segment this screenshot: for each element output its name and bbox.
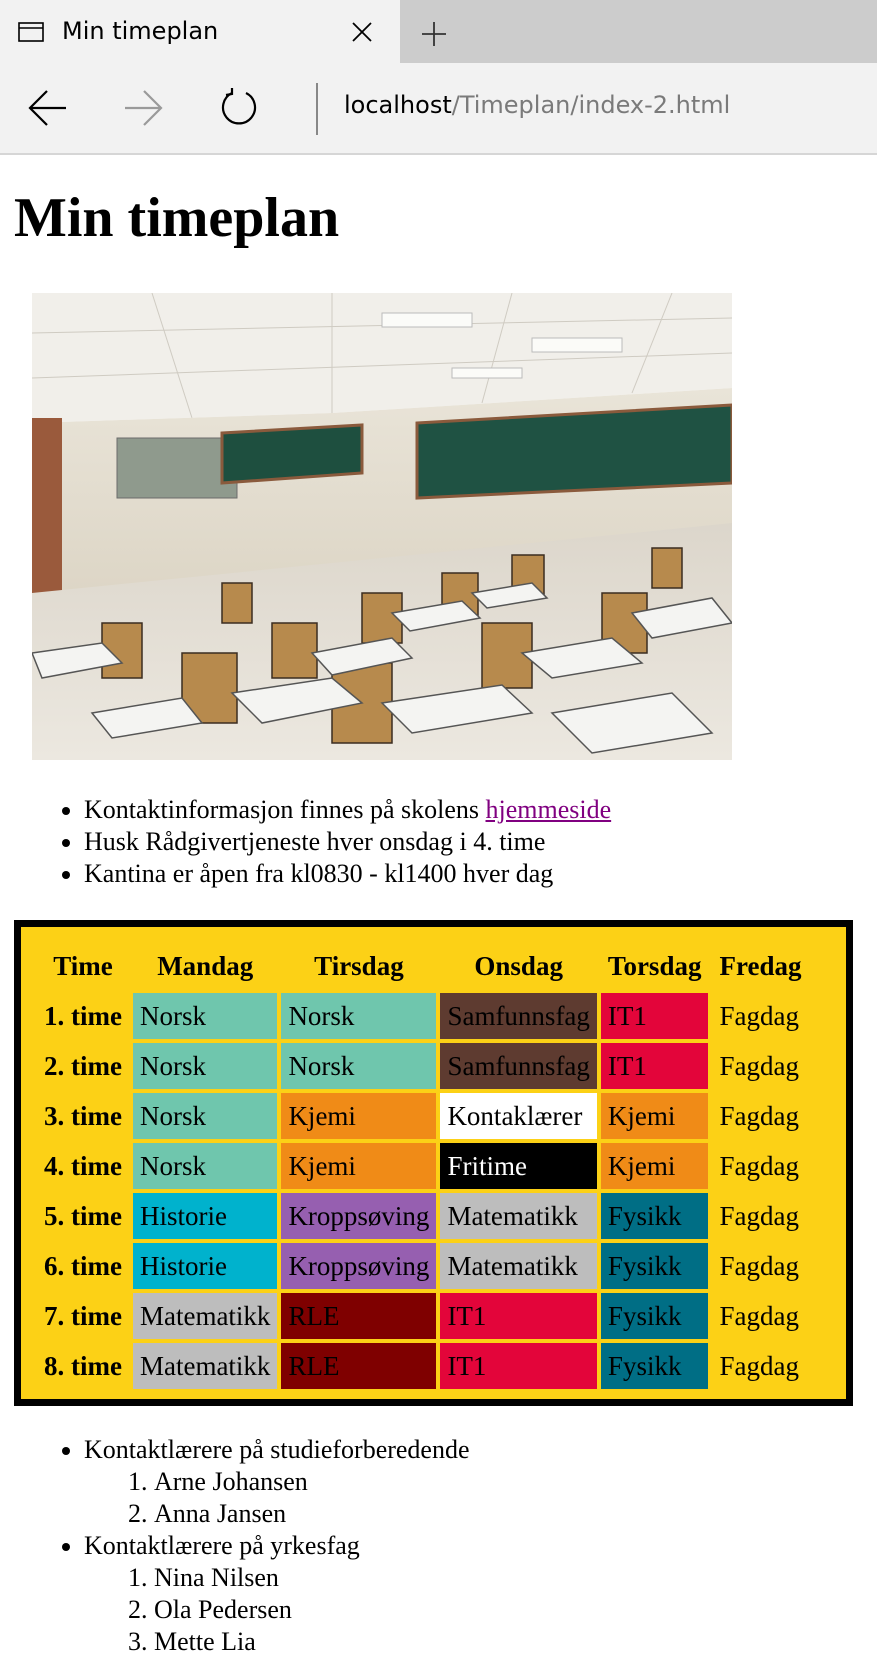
list-item: Kontaktlærere på yrkesfag Nina Nilsen Ol… — [84, 1530, 470, 1658]
table-cell: Fritime — [440, 1143, 597, 1189]
table-row: 5. time Historie Kroppsøving Matematikk … — [37, 1193, 808, 1239]
column-header: Time — [53, 950, 113, 981]
table-row: 7. time Matematikk RLE IT1 Fysikk Fagdag — [37, 1293, 808, 1339]
row-header: 2. time — [44, 1050, 122, 1081]
contacts-names-list: Arne Johansen Anna Jansen — [84, 1466, 470, 1530]
navigation-bar: localhost/Timeplan/index-2.html — [0, 63, 877, 155]
list-item: Husk Rådgivertjeneste hver onsdag i 4. t… — [84, 826, 611, 858]
table-row: 6. time Historie Kroppsøving Matematikk … — [37, 1243, 808, 1289]
column-header: Fredag — [719, 950, 802, 981]
table-cell: Kjemi — [281, 1093, 437, 1139]
address-host: localhost — [344, 91, 452, 119]
table-cell: Fagdag — [719, 1000, 799, 1031]
table-cell: RLE — [281, 1343, 437, 1389]
table-cell: Norsk — [281, 993, 437, 1039]
table-cell: Kroppsøving — [281, 1243, 437, 1289]
refresh-icon[interactable] — [218, 87, 260, 129]
column-header: Tirsdag — [314, 950, 404, 981]
table-row: 1. time Norsk Norsk Samfunnsfag IT1 Fagd… — [37, 993, 808, 1039]
table-cell: Norsk — [281, 1043, 437, 1089]
table-cell: IT1 — [600, 1043, 709, 1089]
table-cell: Matematikk — [440, 1193, 597, 1239]
table-row: 4. time Norsk Kjemi Fritime Kjemi Fagdag — [37, 1143, 808, 1189]
table-cell: Kontaklærer — [440, 1093, 597, 1139]
contact-info-text: Kontaktinformasjon finnes på skolens — [84, 795, 486, 824]
table-cell: Kjemi — [281, 1143, 437, 1189]
table-cell: Fysikk — [600, 1193, 709, 1239]
table-cell: Fagdag — [719, 1250, 799, 1281]
table-cell: RLE — [281, 1293, 437, 1339]
schedule-table: Time Mandag Tirsdag Onsdag Torsdag Freda… — [33, 939, 812, 1393]
table-cell: Historie — [132, 1193, 278, 1239]
schedule-frame: Time Mandag Tirsdag Onsdag Torsdag Freda… — [14, 920, 853, 1406]
row-header: 5. time — [44, 1200, 122, 1231]
plus-icon[interactable] — [420, 20, 448, 48]
table-cell: Norsk — [132, 1093, 278, 1139]
table-cell: Norsk — [132, 993, 278, 1039]
arrow-right-icon[interactable] — [122, 88, 164, 128]
table-cell: Fagdag — [719, 1150, 799, 1181]
tab-bar: Min timeplan — [0, 0, 877, 63]
address-bar[interactable]: localhost/Timeplan/index-2.html — [344, 91, 730, 119]
classroom-photo — [32, 293, 732, 760]
row-header: 3. time — [44, 1100, 122, 1131]
list-item: Ola Pedersen — [154, 1594, 470, 1626]
list-item: Kontaktinformasjon finnes på skolens hje… — [84, 794, 611, 826]
table-cell: IT1 — [600, 993, 709, 1039]
row-header: 8. time — [44, 1350, 122, 1381]
table-cell: Samfunnsfag — [440, 1043, 597, 1089]
contacts-list: Kontaktlærere på studieforberedende Arne… — [0, 1434, 470, 1658]
browser-tab[interactable]: Min timeplan — [0, 0, 400, 63]
table-cell: IT1 — [440, 1343, 597, 1389]
info-list: Kontaktinformasjon finnes på skolens hje… — [0, 794, 611, 890]
row-header: 7. time — [44, 1300, 122, 1331]
table-cell: Kroppsøving — [281, 1193, 437, 1239]
list-item: Kantina er åpen fra kl0830 - kl1400 hver… — [84, 858, 611, 890]
table-header-row: Time Mandag Tirsdag Onsdag Torsdag Freda… — [37, 943, 808, 989]
table-row: 8. time Matematikk RLE IT1 Fysikk Fagdag — [37, 1343, 808, 1389]
column-header: Torsdag — [607, 950, 702, 981]
list-item: Mette Lia — [154, 1626, 470, 1658]
table-row: 2. time Norsk Norsk Samfunnsfag IT1 Fagd… — [37, 1043, 808, 1089]
table-row: 3. time Norsk Kjemi Kontaklærer Kjemi Fa… — [37, 1093, 808, 1139]
list-item: Nina Nilsen — [154, 1562, 470, 1594]
table-cell: Matematikk — [440, 1243, 597, 1289]
list-item: Arne Johansen — [154, 1466, 470, 1498]
table-cell: Fysikk — [600, 1243, 709, 1289]
table-cell: IT1 — [440, 1293, 597, 1339]
table-cell: Matematikk — [132, 1293, 278, 1339]
row-header: 6. time — [44, 1250, 122, 1281]
table-cell: Norsk — [132, 1043, 278, 1089]
table-cell: Fagdag — [719, 1050, 799, 1081]
list-item: Kontaktlærere på studieforberedende Arne… — [84, 1434, 470, 1530]
table-cell: Fagdag — [719, 1300, 799, 1331]
row-header: 1. time — [44, 1000, 122, 1031]
address-path: /Timeplan/index-2.html — [451, 91, 731, 119]
table-cell: Fysikk — [600, 1343, 709, 1389]
contacts-group-label: Kontaktlærere på studieforberedende — [84, 1435, 470, 1464]
close-icon[interactable] — [350, 20, 374, 44]
row-header: 4. time — [44, 1150, 122, 1181]
table-cell: Fagdag — [719, 1100, 799, 1131]
page-title: Min timeplan — [14, 187, 340, 249]
contacts-group-label: Kontaktlærere på yrkesfag — [84, 1531, 360, 1560]
column-header: Mandag — [157, 950, 254, 981]
contacts-names-list: Nina Nilsen Ola Pedersen Mette Lia — [84, 1562, 470, 1658]
table-cell: Fysikk — [600, 1293, 709, 1339]
table-cell: Historie — [132, 1243, 278, 1289]
homepage-link[interactable]: hjemmeside — [486, 795, 612, 824]
tab-icon — [18, 22, 44, 42]
column-header: Onsdag — [474, 950, 563, 981]
table-cell: Fagdag — [719, 1350, 799, 1381]
tab-title: Min timeplan — [62, 17, 219, 45]
list-item: Anna Jansen — [154, 1498, 470, 1530]
table-cell: Matematikk — [132, 1343, 278, 1389]
table-cell: Samfunnsfag — [440, 993, 597, 1039]
table-cell: Norsk — [132, 1143, 278, 1189]
table-cell: Kjemi — [600, 1143, 709, 1189]
table-cell: Fagdag — [719, 1200, 799, 1231]
toolbar-divider — [316, 83, 318, 135]
table-cell: Kjemi — [600, 1093, 709, 1139]
arrow-left-icon[interactable] — [27, 88, 69, 128]
